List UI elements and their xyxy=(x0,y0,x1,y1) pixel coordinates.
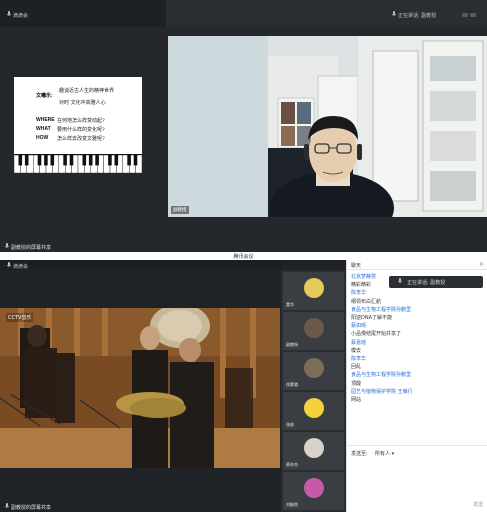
mic-icon xyxy=(397,278,403,283)
webcam-scene xyxy=(168,36,487,217)
participant-tile[interactable]: 副教授 xyxy=(283,312,344,350)
chat-message-text: 阳逆DNA了解不旋 xyxy=(351,315,393,321)
chat-title: 聊天 xyxy=(351,263,362,269)
chat-message-text: 小品慢结尾开始并享了 xyxy=(351,331,402,338)
bottom-meeting-window: 腾讯会议 滴滴会 CCTV音乐 副教授的屏幕共享 董华 副教授 徐蒙璐 张俊 蔡… xyxy=(0,252,487,512)
participant-tile[interactable]: 董华 xyxy=(283,272,344,310)
chat-speaking-banner: 正在讲话: 副教授 xyxy=(389,276,483,288)
shared-slide: 文曦乐: 趣谈近古人生的精神世界 对时 文化中高雅人心 WHERE 在何地怎么样… xyxy=(14,77,142,173)
participant-name: 蔡亦杰 xyxy=(286,462,298,467)
cctv-watermark: CCTV音乐 xyxy=(6,313,34,322)
chat-message-text: 网站 xyxy=(351,397,362,403)
participant-avatar xyxy=(304,398,324,418)
speaking-indicator: 正在讲话: 副教授 xyxy=(398,13,437,19)
participant-avatar xyxy=(304,278,324,298)
chat-sender-name: 园艺与植物保护学院 王萌行 xyxy=(351,388,413,395)
chat-sender-name: 蔡如晴 xyxy=(351,323,367,330)
participant-tile[interactable]: 徐蒙璐 xyxy=(283,352,344,390)
concert-scene xyxy=(0,308,280,468)
piano-keys-graphic xyxy=(14,154,142,173)
chat-message-text: 模去 xyxy=(351,347,362,354)
fullscreen-button[interactable] xyxy=(470,13,476,17)
webcam-name-tag: 副教授 xyxy=(171,206,189,214)
participant-name: 徐蒙璐 xyxy=(286,382,298,387)
webcam-video: 副教授 xyxy=(168,36,487,217)
chat-sender-name: 陈李华 xyxy=(351,356,367,362)
send-button[interactable]: 发送 xyxy=(473,501,483,508)
screen-share-label-bottom: 副教授的屏幕共享 xyxy=(11,505,52,511)
screen-share-label: 副教授的屏幕共享 xyxy=(11,245,52,251)
top-left-header: 滴滴会 xyxy=(0,0,166,27)
participant-name: 刘楷然 xyxy=(286,502,298,507)
participant-avatar xyxy=(304,318,324,338)
chat-message-text: 顶酸 xyxy=(351,380,362,387)
slide-key-where: WHERE xyxy=(36,117,55,123)
participant-avatar xyxy=(304,438,324,458)
chat-send-bar: 发送至: 所有人 ▾ xyxy=(347,445,487,459)
slide-text-what: 要用什么样的变化呢? xyxy=(57,127,105,133)
top-meeting-window: 滴滴会 正在讲话: 副教授 文曦乐: 趣谈近古人生的精神世界 对时 文化中高雅人… xyxy=(0,0,487,252)
chat-sender-name: 食品与生物工程学院孙鹏里 xyxy=(351,306,412,313)
send-target-select[interactable]: 所有人 ▾ xyxy=(375,450,394,457)
chat-sender-name: 蔡嘉瑶 xyxy=(351,339,367,346)
send-to-label: 发送至: xyxy=(351,451,368,457)
slide-title: 文曦乐: xyxy=(36,93,53,99)
participant-tile[interactable]: 蔡亦杰 xyxy=(283,432,344,470)
chat-sender-name: 食品与生物工程学院孙鹏里 xyxy=(351,372,412,379)
slide-subtitle-1: 趣谈近古人生的精神世界 xyxy=(59,88,115,94)
chat-message-text: 精彩精彩 xyxy=(351,282,372,289)
share-mic-icon xyxy=(4,503,10,508)
participant-avatar xyxy=(304,358,324,378)
chat-panel: 聊天 × 北京梦静慧 精彩精彩 陈李华 纲领布白汇航 食品与生物工程学院孙鹏里 阳逆DNA… xyxy=(346,260,487,512)
top-right-header xyxy=(166,0,487,27)
mic-icon xyxy=(6,11,12,16)
participants-column: 董华 副教授 徐蒙璐 张俊 蔡亦杰 刘楷然 xyxy=(281,270,346,512)
participant-avatar xyxy=(304,478,324,498)
shared-video-stage: CCTV音乐 xyxy=(0,308,280,468)
participant-name: 副教授 xyxy=(286,342,298,347)
window-title: 腾讯会议 xyxy=(233,254,254,260)
chat-message-text: 回乱 xyxy=(351,364,362,371)
slide-text-how: 怎么样去改变文雅呢? xyxy=(57,136,105,142)
window-titlebar: 腾讯会议 xyxy=(0,252,487,260)
chat-message-text: 纲领布白汇航 xyxy=(351,298,382,305)
left-title: 滴滴会 xyxy=(13,13,29,19)
participant-name: 张俊 xyxy=(286,422,294,427)
speaker-mic-icon xyxy=(391,11,397,16)
chat-sender-name: 北京梦静慧 xyxy=(351,274,377,280)
mic-icon xyxy=(6,262,12,267)
share-mic-icon xyxy=(4,243,10,248)
grid-view-button[interactable] xyxy=(462,13,468,17)
participant-tile[interactable]: 张俊 xyxy=(283,392,344,430)
slide-key-how: HOW xyxy=(36,135,49,141)
participant-name: 董华 xyxy=(286,302,294,307)
slide-subtitle-2: 对时 文化中高雅人心 xyxy=(59,100,106,106)
participant-tile[interactable]: 刘楷然 xyxy=(283,472,344,510)
slide-key-what: WHAT xyxy=(36,126,51,132)
chat-header: 聊天 × xyxy=(347,260,487,270)
slide-text-where: 在何地怎么样变动起? xyxy=(57,118,105,124)
chat-speaking-text: 正在讲话: 副教授 xyxy=(407,280,446,286)
close-icon[interactable]: × xyxy=(479,261,484,268)
chat-sender-name: 陈李华 xyxy=(351,290,367,297)
bottom-left-header: 滴滴会 xyxy=(0,260,282,270)
left-title: 滴滴会 xyxy=(13,264,29,270)
